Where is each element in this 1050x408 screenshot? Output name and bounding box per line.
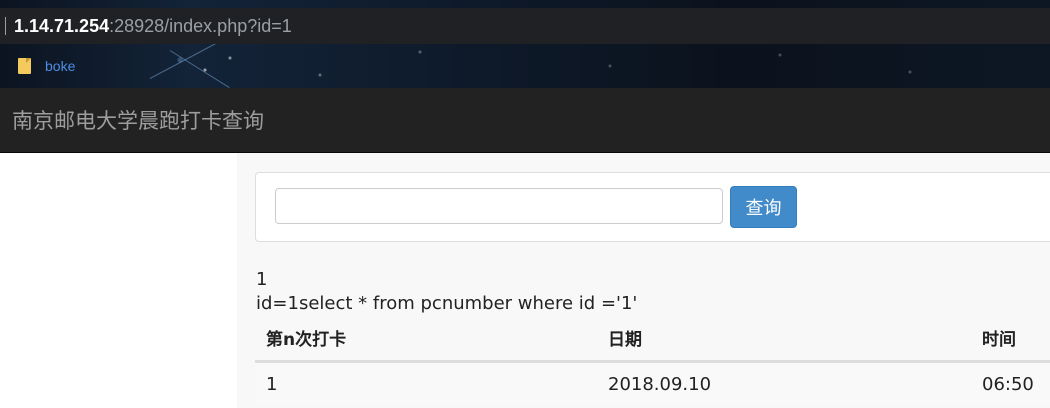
bookmarks-bar: boke — [0, 44, 1050, 88]
search-input[interactable] — [275, 188, 723, 224]
cell-date: 2018.09.10 — [608, 374, 712, 395]
bookmark-item[interactable]: boke — [18, 58, 75, 74]
main-container: 查询 1 id=1select * from pcnumber where id… — [237, 153, 1050, 408]
column-header-count: 第n次打卡 — [266, 330, 347, 350]
results-table: 第n次打卡 日期 时间 1 2018.09.10 06:50 — [255, 318, 1050, 406]
text-caret — [5, 17, 6, 35]
search-button[interactable]: 查询 — [730, 186, 797, 228]
bookmark-label: boke — [45, 58, 76, 74]
navbar-brand[interactable]: 南京邮电大学晨跑打卡查询 — [12, 105, 264, 135]
address-bar[interactable]: 1.14.71.254:28928/index.php?id=1 — [0, 8, 1050, 44]
column-header-time: 时间 — [982, 330, 1016, 350]
cell-time: 06:50 — [982, 374, 1034, 395]
sql-debug-output: id=1select * from pcnumber where id ='1' — [256, 293, 638, 314]
column-header-date: 日期 — [608, 330, 642, 350]
navbar: 南京邮电大学晨跑打卡查询 — [0, 88, 1050, 153]
url-host: 1.14.71.254 — [14, 15, 110, 36]
search-panel: 查询 — [255, 172, 1050, 242]
query-output-line: 1 — [256, 269, 268, 290]
browser-chrome: 1.14.71.254:28928/index.php?id=1 boke — [0, 0, 1050, 89]
cell-count: 1 — [266, 374, 278, 395]
table-row: 1 2018.09.10 06:50 — [255, 362, 1050, 406]
table-header: 第n次打卡 日期 时间 — [255, 318, 1050, 362]
url-path: :28928/index.php?id=1 — [109, 15, 292, 36]
bookmark-folder-icon — [18, 58, 31, 74]
